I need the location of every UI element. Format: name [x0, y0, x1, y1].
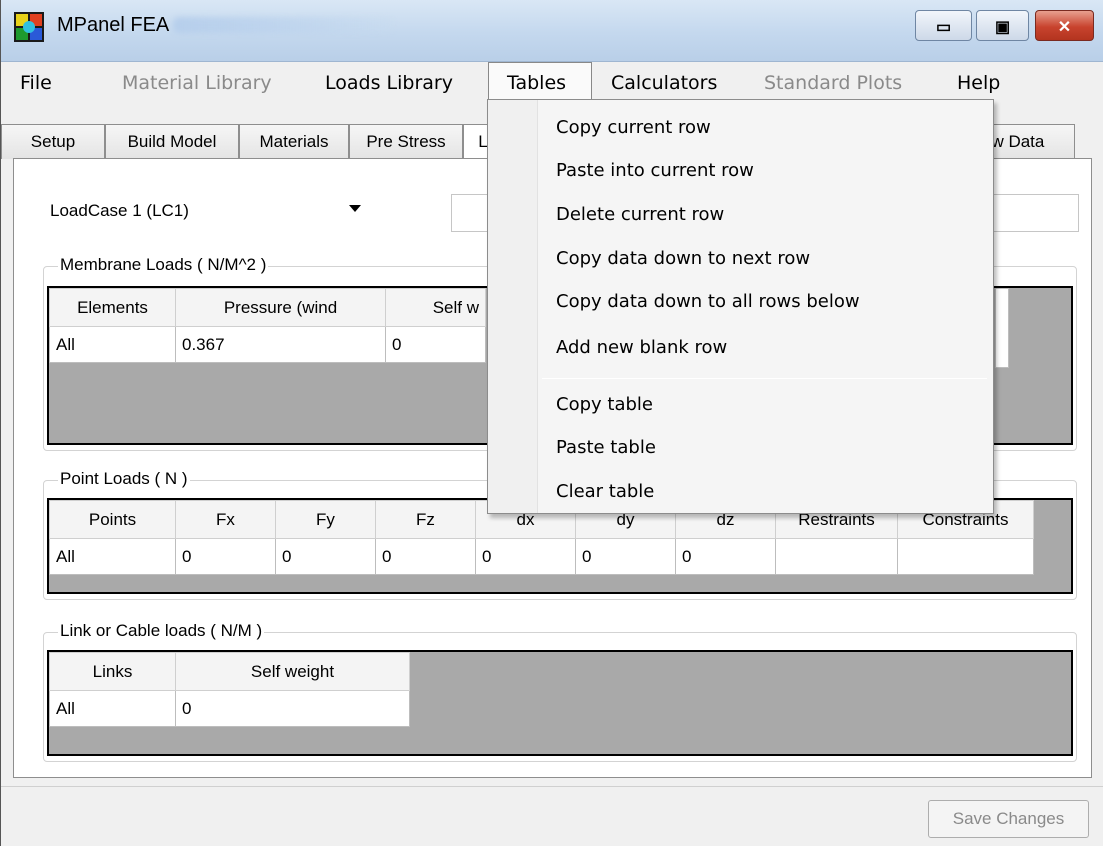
menu-item-copy-data-down-all[interactable]: Copy data down to all rows below [556, 291, 860, 312]
minimize-icon: ▭ [935, 19, 952, 36]
table-cell[interactable]: 0 [475, 538, 576, 575]
tab-pre-stress-label: Pre Stress [366, 132, 446, 151]
column-header[interactable]: Points [49, 500, 176, 539]
chevron-down-icon [349, 205, 361, 212]
save-changes-button[interactable]: Save Changes [928, 800, 1089, 838]
tables-dropdown-menu: Copy current row Paste into current row … [487, 99, 994, 514]
menu-material-library[interactable]: Material Library [122, 72, 272, 94]
tab-build-model[interactable]: Build Model [105, 124, 239, 159]
menu-file[interactable]: File [20, 72, 52, 94]
tab-materials[interactable]: Materials [239, 124, 349, 159]
menu-standard-plots[interactable]: Standard Plots [764, 72, 902, 94]
point-loads-title: Point Loads ( N ) [58, 469, 190, 489]
maximize-icon: ▣ [994, 19, 1011, 36]
table-cell[interactable]: 0 [175, 538, 276, 575]
table-cell[interactable]: 0.367 [175, 326, 386, 363]
menu-item-copy-data-down-next[interactable]: Copy data down to next row [556, 248, 810, 269]
application-window: MPanel FEA ▭ ▣ ✕ File Material Library L… [0, 0, 1103, 846]
menu-item-clear-table[interactable]: Clear table [556, 481, 654, 502]
table-cell[interactable]: 0 [275, 538, 376, 575]
title-blur [173, 17, 393, 33]
table-row: All 0 [49, 690, 410, 727]
table-row: All 0.367 0 [49, 326, 486, 363]
menu-help[interactable]: Help [957, 72, 1000, 94]
table-cell[interactable]: 0 [385, 326, 486, 363]
table-cell[interactable]: 0 [675, 538, 776, 575]
menu-tables[interactable]: Tables [507, 72, 566, 94]
tab-raw-data[interactable]: aw Data [981, 124, 1075, 159]
table-cell[interactable] [775, 538, 898, 575]
column-header[interactable]: Self weight [175, 652, 410, 691]
table-header-row: Elements Pressure (wind Self w [49, 288, 486, 327]
menu-item-delete-current-row[interactable]: Delete current row [556, 204, 724, 225]
menu-item-paste-table[interactable]: Paste table [556, 437, 656, 458]
window-title: MPanel FEA [57, 14, 170, 36]
table-cell[interactable] [897, 538, 1034, 575]
link-loads-title: Link or Cable loads ( N/M ) [58, 621, 265, 641]
column-header[interactable]: Elements [49, 288, 176, 327]
tab-setup[interactable]: Setup [1, 124, 105, 159]
close-icon: ✕ [1057, 19, 1072, 36]
column-header[interactable]: Pressure (wind [175, 288, 386, 327]
table-cell[interactable]: 0 [175, 690, 410, 727]
table-cell[interactable]: 0 [375, 538, 476, 575]
menu-item-copy-table[interactable]: Copy table [556, 394, 653, 415]
membrane-table: Elements Pressure (wind Self w All 0.367… [49, 288, 486, 363]
menu-loads-library[interactable]: Loads Library [325, 72, 453, 94]
table-column-edge [995, 288, 1009, 368]
column-header[interactable]: Self w [385, 288, 486, 327]
membrane-loads-title: Membrane Loads ( N/M^2 ) [58, 255, 269, 275]
link-loads-grid[interactable]: Links Self weight All 0 [47, 650, 1073, 756]
menu-item-add-new-blank-row[interactable]: Add new blank row [556, 337, 727, 358]
loadcase-selected: LoadCase 1 (LC1) [50, 201, 189, 220]
title-bar[interactable]: MPanel FEA ▭ ▣ ✕ [1, 0, 1103, 62]
minimize-button[interactable]: ▭ [915, 10, 972, 41]
menu-separator [542, 378, 987, 379]
table-cell[interactable]: All [49, 326, 176, 363]
table-cell[interactable]: All [49, 690, 176, 727]
table-cell[interactable]: 0 [575, 538, 676, 575]
column-header[interactable]: Fy [275, 500, 376, 539]
tab-setup-label: Setup [30, 132, 76, 151]
column-header[interactable]: Fx [175, 500, 276, 539]
menu-item-copy-current-row[interactable]: Copy current row [556, 117, 711, 138]
tab-build-model-label: Build Model [127, 132, 217, 151]
app-icon [14, 12, 44, 42]
menu-item-paste-into-current-row[interactable]: Paste into current row [556, 160, 754, 181]
column-header[interactable]: Fz [375, 500, 476, 539]
maximize-button[interactable]: ▣ [976, 10, 1029, 41]
tab-materials-label: Materials [259, 132, 329, 151]
tab-pre-stress[interactable]: Pre Stress [349, 124, 463, 159]
menu-icon-gutter [488, 100, 538, 513]
table-cell[interactable]: All [49, 538, 176, 575]
loadcase-dropdown[interactable]: LoadCase 1 (LC1) [41, 190, 374, 228]
close-button[interactable]: ✕ [1035, 10, 1094, 41]
link-table: Links Self weight All 0 [49, 652, 410, 727]
table-header-row: Links Self weight [49, 652, 410, 691]
menu-calculators[interactable]: Calculators [611, 72, 717, 94]
column-header[interactable]: Links [49, 652, 176, 691]
table-row: All 0 0 0 0 0 0 [49, 538, 1034, 575]
